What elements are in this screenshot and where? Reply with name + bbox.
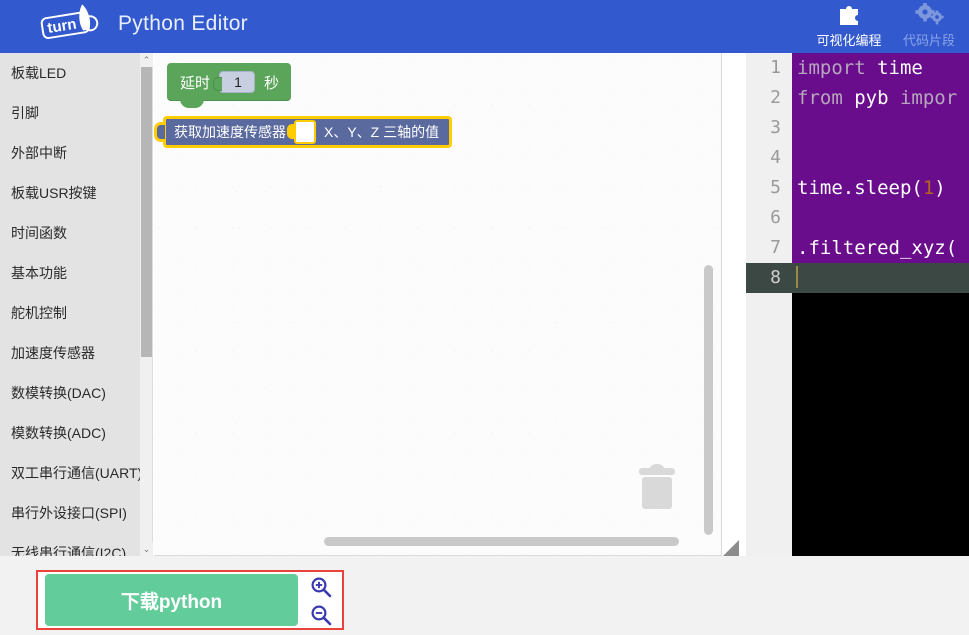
zoom-controls bbox=[310, 576, 332, 626]
line-number: 1 bbox=[770, 57, 781, 78]
workspace-resize-handle[interactable] bbox=[722, 540, 739, 557]
block-accelerometer-prefix-label: 获取加速度传感器 bbox=[174, 124, 286, 140]
zoom-in-icon[interactable] bbox=[310, 576, 332, 598]
gears-icon bbox=[914, 2, 944, 28]
block-delay-value-input[interactable]: 1 bbox=[213, 71, 256, 93]
code-number: 1 bbox=[922, 177, 935, 199]
sidebar-item-i2c[interactable]: 无线串行通信(I2C) bbox=[0, 533, 140, 556]
sidebar-item-servo-control[interactable]: 舵机控制 bbox=[0, 293, 140, 333]
code-line[interactable]: time.sleep(1) bbox=[792, 173, 969, 203]
sidebar-item-accelerometer[interactable]: 加速度传感器 bbox=[0, 333, 140, 373]
code-keyword: impor bbox=[899, 87, 958, 109]
code-keyword: import bbox=[797, 57, 866, 79]
code-editor[interactable]: 1 2 3 4 5 6 7 8 import time from pyb imp… bbox=[746, 53, 969, 556]
block-accelerometer-value-slot[interactable] bbox=[287, 120, 316, 144]
line-number: 6 bbox=[770, 207, 781, 228]
code-text: time bbox=[865, 57, 923, 79]
sidebar-item-external-interrupt[interactable]: 外部中断 bbox=[0, 133, 140, 173]
code-line[interactable]: import time bbox=[792, 53, 969, 83]
line-number: 3 bbox=[770, 117, 781, 138]
sidebar-scrollbar[interactable]: ⌃ ⌄ bbox=[140, 53, 153, 556]
python-editor-app: turn Python Editor 可视化编程 代码片段 板载LED 引脚 外… bbox=[0, 0, 969, 635]
header-tabs: 可视化编程 代码片段 bbox=[809, 0, 969, 53]
sidebar-item-adc[interactable]: 模数转换(ADC) bbox=[0, 413, 140, 453]
page-title: Python Editor bbox=[118, 12, 248, 35]
code-text: time.sleep( bbox=[797, 177, 923, 199]
trash-can-icon[interactable] bbox=[633, 461, 681, 513]
block-delay[interactable]: 延时 1 秒 bbox=[167, 63, 292, 108]
block-accelerometer-suffix-label: X、Y、Z 三轴的值 bbox=[324, 124, 440, 140]
sidebar-item-pins[interactable]: 引脚 bbox=[0, 93, 140, 133]
tab-visual-programming-label: 可视化编程 bbox=[816, 33, 882, 48]
scroll-down-icon[interactable]: ⌄ bbox=[140, 542, 153, 556]
sidebar-item-usr-button[interactable]: 板载USR按键 bbox=[0, 173, 140, 213]
sidebar-item-dac[interactable]: 数模转换(DAC) bbox=[0, 373, 140, 413]
code-text: pyb bbox=[842, 87, 900, 109]
zoom-out-icon[interactable] bbox=[310, 604, 332, 626]
tab-visual-programming[interactable]: 可视化编程 bbox=[809, 0, 889, 53]
sidebar-item-spi[interactable]: 串行外设接口(SPI) bbox=[0, 493, 140, 533]
app-header: turn Python Editor 可视化编程 代码片段 bbox=[0, 0, 969, 53]
text-cursor bbox=[796, 266, 798, 288]
line-number: 7 bbox=[770, 237, 781, 258]
block-delay-suffix-label: 秒 bbox=[264, 74, 280, 92]
code-text: .filtered_xyz( bbox=[797, 237, 958, 259]
line-number: 2 bbox=[770, 87, 781, 108]
download-highlight-box: 下载python bbox=[36, 570, 344, 630]
code-text: ) bbox=[934, 177, 946, 199]
code-line-active[interactable] bbox=[792, 263, 969, 293]
code-line[interactable]: from pyb impor bbox=[792, 83, 969, 113]
sidebar-scrollbar-thumb[interactable] bbox=[141, 67, 152, 357]
scroll-up-icon[interactable]: ⌃ bbox=[140, 53, 153, 67]
sidebar-item-time-functions[interactable]: 时间函数 bbox=[0, 213, 140, 253]
block-category-sidebar[interactable]: 板载LED 引脚 外部中断 板载USR按键 时间函数 基本功能 舵机控制 加速度… bbox=[0, 53, 140, 556]
download-python-button[interactable]: 下载python bbox=[45, 574, 298, 626]
workspace-vertical-scrollbar[interactable] bbox=[704, 265, 713, 535]
puzzle-piece-icon bbox=[836, 2, 862, 28]
sidebar-item-onboard-led[interactable]: 板载LED bbox=[0, 53, 140, 93]
code-line[interactable] bbox=[792, 203, 969, 233]
code-text-area[interactable]: import time from pyb impor time.sleep(1)… bbox=[792, 53, 969, 556]
code-line[interactable]: .filtered_xyz( bbox=[792, 233, 969, 263]
block-output-notch-icon bbox=[154, 122, 165, 142]
block-accelerometer[interactable]: 获取加速度传感器 X、Y、Z 三轴的值 bbox=[154, 116, 453, 148]
tab-code-snippets-label: 代码片段 bbox=[902, 33, 955, 48]
workspace-horizontal-scrollbar[interactable] bbox=[324, 537, 679, 546]
block-delay-prefix-label: 延时 bbox=[180, 74, 211, 92]
line-number-active: 8 bbox=[746, 263, 792, 293]
sidebar-item-basic-functions[interactable]: 基本功能 bbox=[0, 253, 140, 293]
tab-code-snippets[interactable]: 代码片段 bbox=[889, 0, 969, 53]
blockly-workspace[interactable]: 延时 1 秒 获取加速度传感器 X、Y、Z 三轴的值 bbox=[154, 53, 722, 556]
code-keyword: from bbox=[797, 87, 843, 109]
code-line[interactable] bbox=[792, 113, 969, 143]
turnip-logo[interactable]: turn bbox=[38, 2, 108, 44]
sidebar-item-uart[interactable]: 双工串行通信(UART) bbox=[0, 453, 140, 493]
line-number-gutter: 1 2 3 4 5 6 7 8 bbox=[746, 53, 792, 556]
bottom-toolbar: 下载python bbox=[0, 556, 969, 635]
code-line[interactable] bbox=[792, 143, 969, 173]
line-number: 4 bbox=[770, 147, 781, 168]
line-number: 5 bbox=[770, 177, 781, 198]
